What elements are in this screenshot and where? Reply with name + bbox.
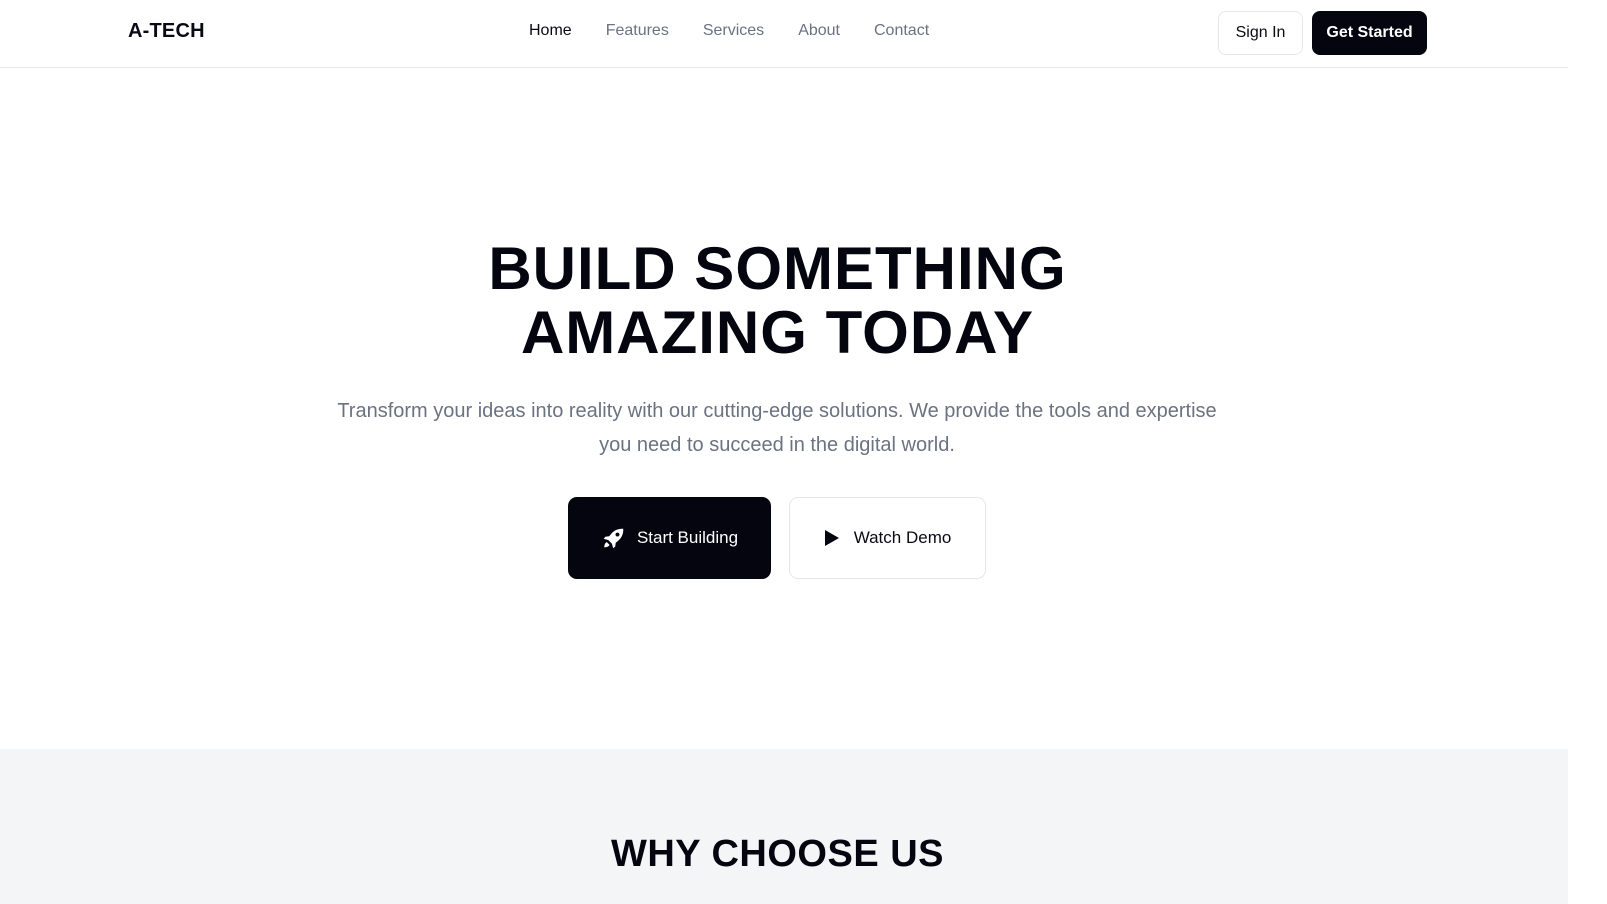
nav-link-about[interactable]: About — [798, 22, 840, 40]
logo[interactable]: A-TECH — [128, 20, 205, 43]
start-building-label: Start Building — [636, 528, 739, 547]
page: A-TECH Home Features Services About Cont… — [0, 0, 1568, 904]
watch-demo-label: Watch Demo — [853, 528, 952, 547]
start-building-button[interactable]: Start Building — [568, 497, 771, 579]
nav-link-services[interactable]: Services — [703, 22, 764, 40]
hero-subtitle: Transform your ideas into reality with o… — [337, 400, 1217, 456]
hero-title-line-1: BUILD SOMETHING — [488, 235, 1067, 302]
hero-section: BUILD SOMETHING AMAZING TODAY Transform … — [0, 69, 1568, 749]
scrollbar[interactable] — [1568, 0, 1607, 904]
hero-title-line-2: AMAZING TODAY — [520, 299, 1035, 366]
nav-link-features[interactable]: Features — [606, 22, 669, 40]
nav-links: Home Features Services About Contact — [529, 22, 929, 40]
browser-viewport: A-TECH Home Features Services About Cont… — [0, 0, 1607, 904]
play-icon — [824, 529, 840, 547]
watch-demo-button[interactable]: Watch Demo — [789, 497, 986, 579]
hero-title: BUILD SOMETHING AMAZING TODAY — [0, 237, 1555, 365]
hero-buttons: Start Building Watch Demo — [568, 497, 986, 579]
nav-actions: Sign In Get Started — [1218, 11, 1427, 55]
get-started-button[interactable]: Get Started — [1312, 11, 1427, 55]
sign-in-button[interactable]: Sign In — [1218, 11, 1303, 55]
nav-link-contact[interactable]: Contact — [874, 22, 929, 40]
rocket-icon — [601, 525, 627, 551]
navbar: A-TECH Home Features Services About Cont… — [0, 0, 1568, 68]
nav-link-home[interactable]: Home — [529, 22, 572, 40]
why-choose-us-section: WHY CHOOSE US — [0, 749, 1568, 904]
why-choose-us-title: WHY CHOOSE US — [610, 833, 945, 875]
